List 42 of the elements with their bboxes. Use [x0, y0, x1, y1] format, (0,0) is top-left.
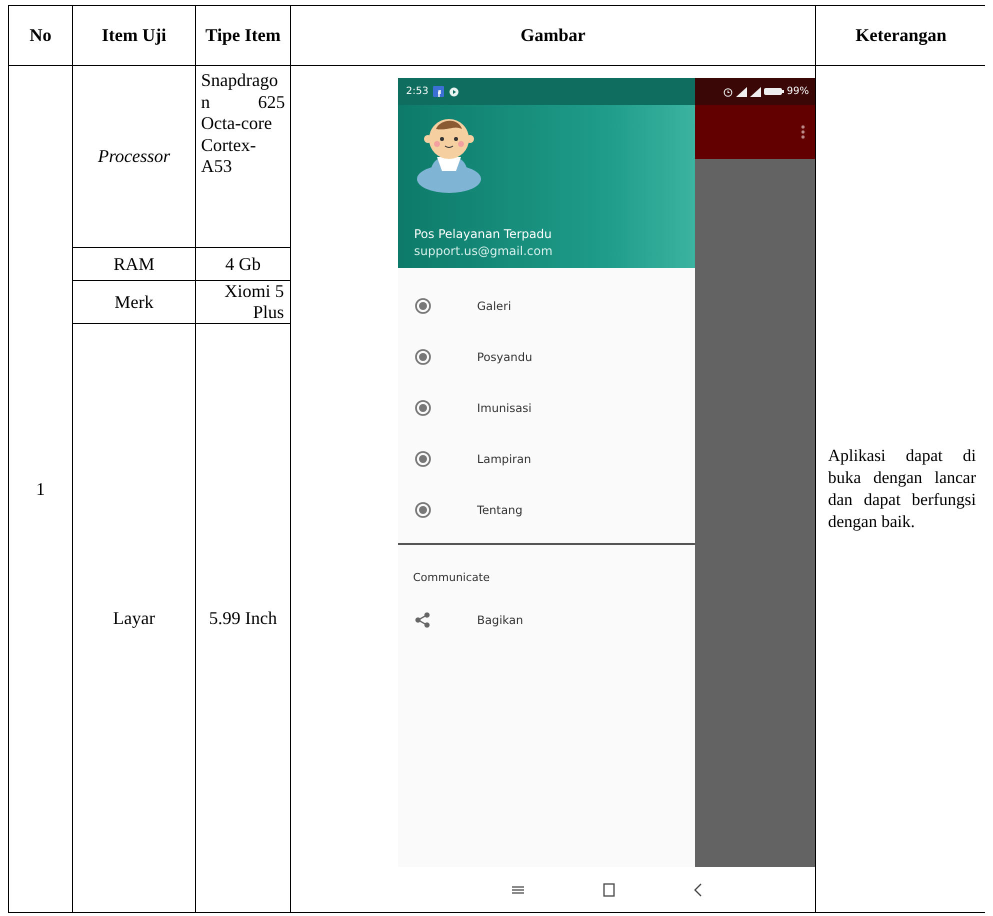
radio-circle-icon — [415, 298, 431, 314]
more-options-icon[interactable] — [801, 125, 805, 139]
table-cell: Snapdragon 625 Octa-core Cortex-A53 — [196, 66, 290, 247]
menu-item[interactable]: Bagikan — [398, 594, 695, 645]
column-header: Gambar — [291, 6, 815, 65]
column-header: Tipe Item — [196, 6, 290, 65]
column-header: Keterangan — [816, 6, 986, 65]
radio-circle-icon — [415, 400, 431, 416]
table-cell: 4 Gb — [196, 248, 290, 280]
drawer-email: support.us@gmail.com — [414, 244, 554, 258]
menu-item[interactable]: Galeri — [398, 280, 695, 331]
signal-icon — [736, 86, 747, 96]
menu-item[interactable]: Tentang — [398, 484, 695, 535]
radio-circle-icon — [415, 502, 431, 518]
table-cell: Aplikasi dapat di buka dengan lancar dan dapat berfungsi dengan baik. — [816, 66, 986, 912]
back-icon[interactable] — [692, 882, 702, 896]
menu-item[interactable]: Imunisasi — [398, 382, 695, 433]
table-cell: Xiomi 5 Plus — [196, 281, 290, 323]
alarm-icon — [722, 86, 733, 96]
battery-icon — [764, 87, 784, 96]
radio-circle-icon — [415, 348, 431, 364]
table-cell: Processor — [73, 66, 195, 247]
table-cell: RAM — [73, 248, 195, 280]
table-cell: Layar — [73, 324, 195, 912]
section-heading: Communicate — [412, 570, 491, 586]
status-time: 2:53 — [406, 86, 428, 97]
table-cell: Merk — [73, 281, 195, 323]
notification-circle-icon — [449, 86, 460, 96]
notification-app-icon — [433, 86, 444, 97]
battery-percent: 99% — [786, 86, 809, 97]
column-header: Item Uji — [73, 6, 195, 65]
home-square-icon[interactable] — [602, 882, 614, 896]
radio-circle-icon — [415, 450, 431, 466]
signal-icon — [750, 86, 761, 96]
share-icon — [415, 612, 431, 628]
menu-item[interactable]: Lampiran — [398, 433, 695, 484]
column-header: No — [9, 6, 72, 65]
table-cell: 5.99 Inch — [196, 324, 290, 912]
menu-icon[interactable] — [510, 884, 524, 896]
table-cell: 1 — [9, 66, 72, 912]
menu-item[interactable]: Posyandu — [398, 331, 695, 382]
drawer-title: Pos Pelayanan Terpadu — [414, 227, 553, 241]
